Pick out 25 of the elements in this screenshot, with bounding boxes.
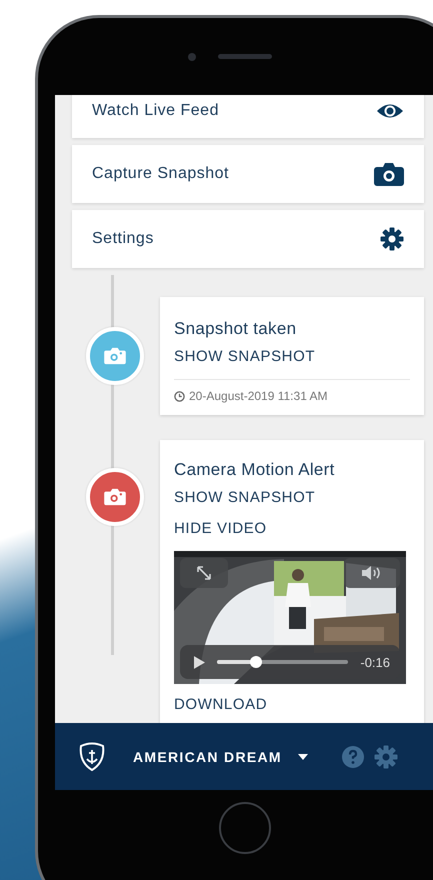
play-icon[interactable]: [194, 656, 205, 668]
vessel-dropdown[interactable]: AMERICAN DREAM: [133, 748, 308, 764]
action-link[interactable]: SHOW SNAPSHOT: [174, 489, 316, 506]
action-link[interactable]: SHOW SNAPSHOT: [174, 348, 316, 365]
event-title: Snapshot taken: [174, 319, 298, 339]
slider-thumb[interactable]: [250, 656, 262, 668]
help-icon[interactable]: [342, 746, 364, 768]
menu-item[interactable]: Capture Snapshot: [72, 145, 424, 203]
menu-item[interactable]: Settings: [72, 210, 424, 268]
expand-icon: [196, 565, 212, 581]
eye-icon: [376, 102, 404, 120]
camera-lens-icon: [188, 52, 196, 60]
action-link[interactable]: HIDE VIDEO: [174, 520, 267, 537]
caret-icon: [298, 754, 308, 760]
download-link[interactable]: DOWNLOAD: [174, 696, 268, 713]
clock-icon: [174, 390, 185, 402]
camera-icon: [374, 162, 404, 186]
speaker-grille-icon: [218, 54, 272, 59]
volume-button[interactable]: [344, 558, 400, 588]
shield-anchor-icon[interactable]: [79, 742, 105, 772]
expand-button[interactable]: [180, 558, 228, 588]
event-title: Camera Motion Alert: [174, 460, 336, 480]
timestamp: 20-August-2019 11:31 AM: [189, 389, 328, 403]
menu-item[interactable]: Watch Live Feed: [72, 95, 424, 138]
time-remaining: -0:16: [360, 654, 390, 670]
